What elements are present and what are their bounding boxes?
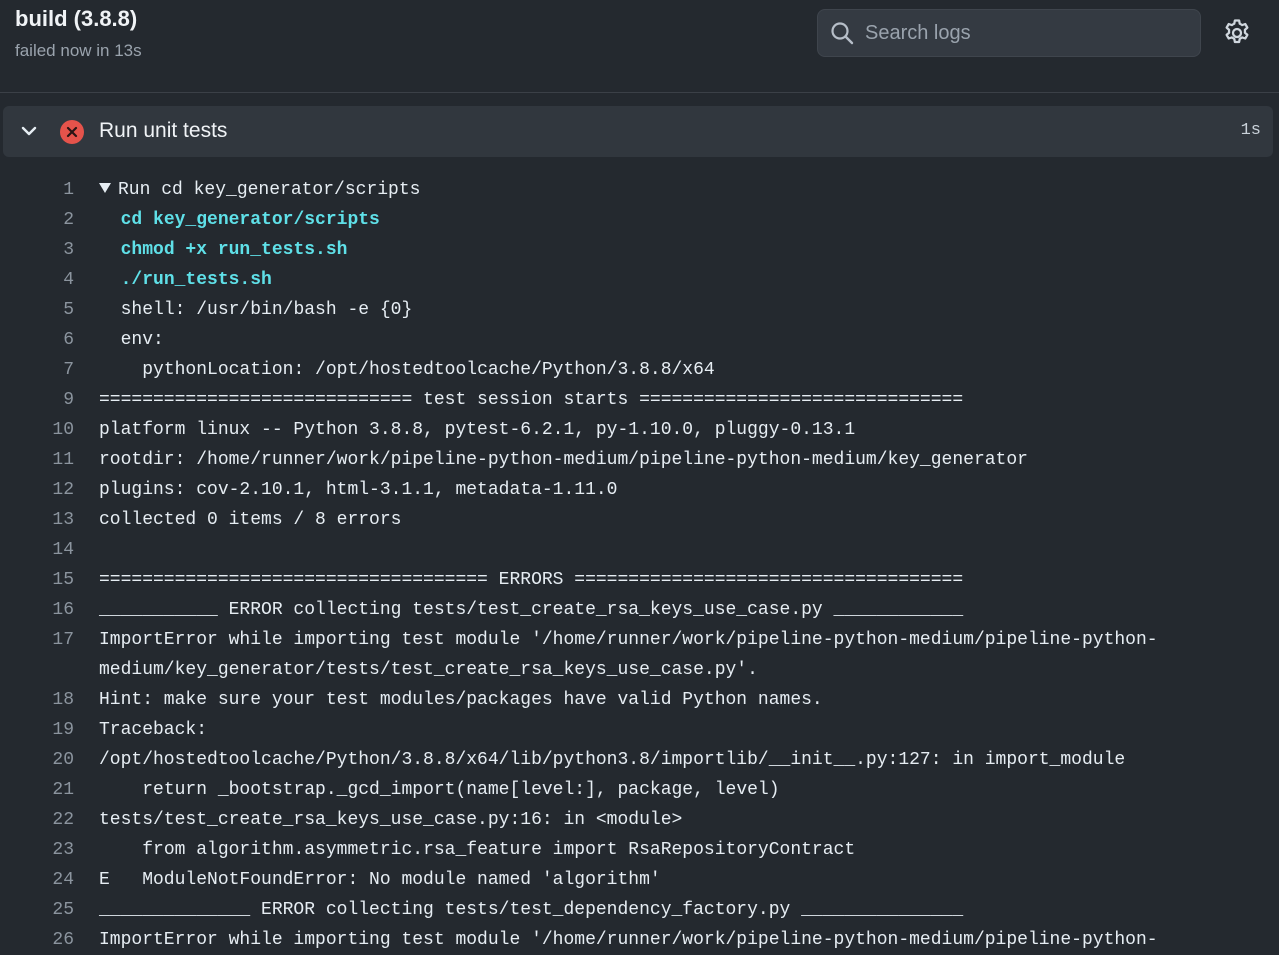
job-title: build (3.8.8) [15,6,138,31]
chevron-down-icon[interactable] [19,121,39,141]
log-line-text: ============================= test sessi… [99,390,964,410]
line-number[interactable]: 21 [0,775,74,805]
log-line-text: Run cd key_generator/scripts [99,175,1164,205]
log-line-text: platform linux -- Python 3.8.8, pytest-6… [99,420,856,440]
line-number[interactable]: 22 [0,805,74,835]
line-number[interactable]: 26 [0,925,74,955]
log-line-text: E ModuleNotFoundError: No module named '… [99,870,661,890]
line-number[interactable]: 2 [0,205,74,235]
line-number[interactable]: 7 [0,355,74,385]
log-line: 9 ============================= test sess… [0,385,1279,415]
log-line-text: tests/test_create_rsa_keys_use_case.py:1… [99,810,683,830]
log-line: 10 platform linux -- Python 3.8.8, pytest… [0,415,1279,445]
log-line: 5 shell: /usr/bin/bash -e {0} [0,295,1279,325]
log-line-text: shell: /usr/bin/bash -e {0} [99,300,413,320]
log-line-text: env: [99,330,164,350]
line-number[interactable]: 17 [0,625,74,655]
line-number[interactable]: 19 [0,715,74,745]
log-line-text: pythonLocation: /opt/hostedtoolcache/Pyt… [99,360,715,380]
log-line: 1 Run cd key_generator/scripts [0,175,1279,205]
line-number[interactable]: 11 [0,445,74,475]
search-logs-box[interactable] [817,9,1201,57]
log-line-text: ==================================== ERR… [99,570,964,590]
caret-down-icon[interactable] [99,183,111,193]
step-run-unit-tests[interactable]: Run unit tests 1s [3,106,1273,157]
log-line-text: collected 0 items / 8 errors [99,510,402,530]
log-line-text: cd key_generator/scripts [99,210,380,230]
log-group-title: Run cd key_generator/scripts [118,180,421,200]
line-number[interactable]: 18 [0,685,74,715]
log-line: 16 ___________ ERROR collecting tests/tes… [0,595,1279,625]
log-line: 12 plugins: cov-2.10.1, html-3.1.1, metad… [0,475,1279,505]
log-line: 14 [0,535,1279,565]
log-line-text: from algorithm.asymmetric.rsa_feature im… [99,840,856,860]
log-line-text: ___________ ERROR collecting tests/test_… [99,600,964,620]
log-line: 2 cd key_generator/scripts [0,205,1279,235]
line-number[interactable]: 16 [0,595,74,625]
log-line: 13 collected 0 items / 8 errors [0,505,1279,535]
log-line: 26 ImportError while importing test modul… [0,925,1279,955]
log-line: 21 return _bootstrap._gcd_import(name[le… [0,775,1279,805]
log-output: 1 Run cd key_generator/scripts 2 cd key_ge… [0,175,1279,955]
line-number[interactable]: 24 [0,865,74,895]
line-number[interactable]: 23 [0,835,74,865]
gear-icon [1225,19,1249,44]
line-number[interactable]: 12 [0,475,74,505]
log-line: 3 chmod +x run_tests.sh [0,235,1279,265]
x-circle-fail-icon [60,120,84,144]
line-number[interactable]: 15 [0,565,74,595]
line-number[interactable]: 13 [0,505,74,535]
log-line-text: ImportError while importing test module … [99,630,1158,680]
line-number[interactable]: 6 [0,325,74,355]
line-number[interactable]: 10 [0,415,74,445]
log-line: 24 E ModuleNotFoundError: No module named… [0,865,1279,895]
line-number[interactable]: 14 [0,535,74,565]
line-number[interactable]: 3 [0,235,74,265]
log-line: 18 Hint: make sure your test modules/pack… [0,685,1279,715]
log-line: 7 pythonLocation: /opt/hostedtoolcache/P… [0,355,1279,385]
line-number[interactable]: 9 [0,385,74,415]
log-line-text [99,535,1164,565]
log-line-text: Traceback: [99,720,208,740]
log-line: 19 Traceback: [0,715,1279,745]
log-line: 22 tests/test_create_rsa_keys_use_case.py… [0,805,1279,835]
log-line-text: ImportError while importing test module … [99,930,1158,950]
log-line-text: Hint: make sure your test modules/packag… [99,690,823,710]
step-name: Run unit tests [99,119,228,142]
step-duration: 1s [1240,121,1261,140]
log-line-text: /opt/hostedtoolcache/Python/3.8.8/x64/li… [99,750,1126,770]
log-line: 15 ==================================== E… [0,565,1279,595]
log-line: 11 rootdir: /home/runner/work/pipeline-py… [0,445,1279,475]
log-line-text: return _bootstrap._gcd_import(name[level… [99,780,780,800]
log-line: 6 env: [0,325,1279,355]
line-number[interactable]: 25 [0,895,74,925]
log-line: 20/opt/hostedtoolcache/Python/3.8.8/x64/… [0,745,1279,775]
settings-button[interactable] [1222,18,1252,48]
job-status-text: failed now in 13s [15,41,142,60]
search-icon [831,22,854,45]
log-line: 17 ImportError while importing test modul… [0,625,1279,685]
line-number[interactable]: 20 [0,745,74,775]
log-line-text: chmod +x run_tests.sh [99,240,348,260]
log-line-text: ./run_tests.sh [99,270,272,290]
line-number[interactable]: 1 [0,175,74,205]
line-number[interactable]: 4 [0,265,74,295]
search-logs-input[interactable] [865,18,1185,48]
job-header: build (3.8.8) failed now in 13s [0,0,1279,93]
line-number[interactable]: 5 [0,295,74,325]
log-line-text: plugins: cov-2.10.1, html-3.1.1, metadat… [99,480,618,500]
log-line: 4 ./run_tests.sh [0,265,1279,295]
log-line-text: rootdir: /home/runner/work/pipeline-pyth… [99,450,1028,470]
log-line: 23 from algorithm.asymmetric.rsa_feature… [0,835,1279,865]
log-line-text: ______________ ERROR collecting tests/te… [99,900,964,920]
log-line: 25 ______________ ERROR collecting tests/… [0,895,1279,925]
